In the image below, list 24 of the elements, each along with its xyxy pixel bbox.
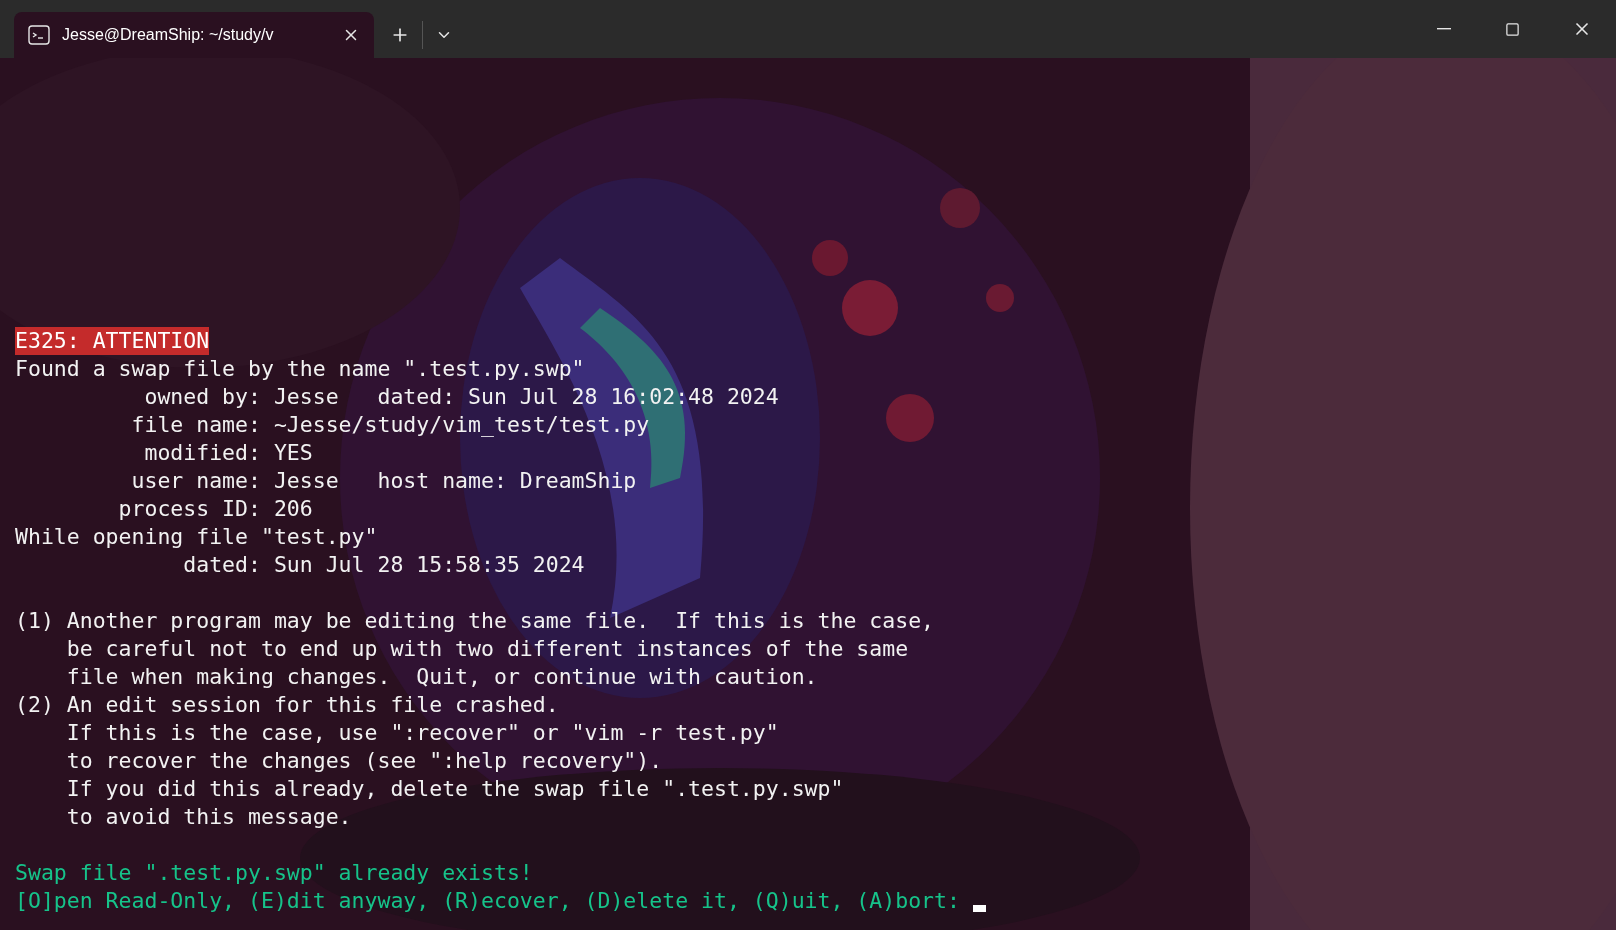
minimize-icon	[1436, 28, 1451, 30]
terminal-line: Found a swap file by the name ".test.py.swp"	[15, 355, 585, 383]
tab[interactable]: Jesse@DreamShip: ~/study/v	[14, 12, 374, 58]
terminal-line: be careful not to end up with two different instances of the same	[65, 635, 909, 663]
terminal-line: If this is the case, use ":recover" or "vim -r test.py"	[65, 719, 779, 747]
terminal-line: modified: YES	[143, 439, 313, 467]
terminal-line: user name: Jesse host name: DreamShip	[130, 467, 637, 495]
tab-title: Jesse@DreamShip: ~/study/v	[62, 25, 275, 45]
terminal-line: If you did this already, delete the swap file ".test.py.swp"	[65, 775, 844, 803]
prompt-line: [O]pen Read-Only, (E)dit anyway, (R)ecover, (D)elete it, (Q)uit, (A)bort:	[15, 887, 961, 915]
terminal-line: While opening file "test.py"	[15, 523, 378, 551]
terminal-line: dated: Sun Jul 28 15:58:35 2024	[182, 551, 585, 579]
prompt-line: Swap file ".test.py.swp" already exists!	[15, 859, 533, 887]
terminal-line: file name: ~Jesse/study/vim_test/test.py	[130, 411, 650, 439]
terminal-icon	[28, 25, 50, 45]
terminal-line: owned by: Jesse dated: Sun Jul 28 16:02:48 2024	[143, 383, 779, 411]
terminal-line: process ID: 206	[117, 495, 313, 523]
terminal-line: file when making changes. Quit, or continue with caution.	[65, 663, 818, 691]
error-message: E325: ATTENTION	[15, 327, 210, 355]
terminal-line: (1) Another program may be editing the same file. If this is the case,	[15, 607, 935, 635]
maximize-icon	[1505, 21, 1520, 37]
terminal-line: (2) An edit session for this file crashed.	[15, 691, 559, 719]
terminal-line: to avoid this message.	[65, 803, 352, 831]
terminal-line: to recover the changes (see ":help recovery").	[65, 747, 663, 775]
